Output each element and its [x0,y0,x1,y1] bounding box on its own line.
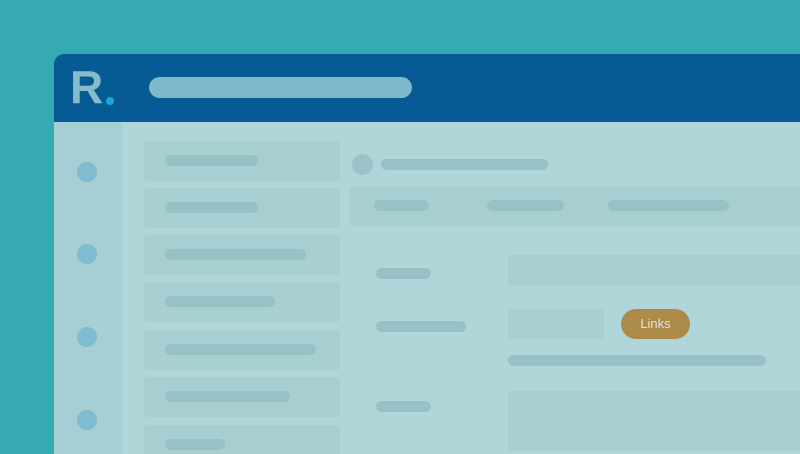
tab-placeholder[interactable] [374,200,429,211]
small-field-placeholder[interactable] [508,309,604,339]
nav-item-label-placeholder [165,249,306,260]
rail-nav-dot[interactable] [77,410,97,430]
tab-placeholder[interactable] [487,200,564,211]
textarea-placeholder[interactable] [508,391,800,451]
field-label-placeholder [376,321,466,332]
rail-nav-dot[interactable] [77,244,97,264]
nav-list-item[interactable] [144,235,340,275]
nav-item-label-placeholder [165,439,225,450]
nav-item-label-placeholder [165,155,258,166]
nav-list-item[interactable] [144,188,340,228]
helper-text-placeholder [508,355,766,366]
field-label-placeholder [376,268,431,279]
links-button[interactable]: Links [621,309,690,339]
tab-bar [350,186,800,226]
nav-item-label-placeholder [165,344,316,355]
app-window: R Links [54,54,800,454]
app-logo[interactable]: R [70,62,118,114]
search-bar-placeholder[interactable] [149,77,412,98]
breadcrumb-avatar [352,154,373,175]
field-label-placeholder [376,401,431,412]
rail-nav-dot[interactable] [77,327,97,347]
nav-item-label-placeholder [165,202,258,213]
nav-item-label-placeholder [165,296,275,307]
rail-nav-dot[interactable] [77,162,97,182]
nav-list-item[interactable] [144,141,340,181]
nav-item-label-placeholder [165,391,290,402]
logo-dot [106,97,114,105]
top-header: R [54,54,800,122]
nav-list-item[interactable] [144,282,340,322]
icon-rail [54,122,122,454]
nav-list-item[interactable] [144,330,340,370]
tab-placeholder[interactable] [608,200,729,211]
nav-list-item[interactable] [144,377,340,417]
text-field-placeholder[interactable] [508,255,800,286]
logo-letter: R [70,61,104,113]
breadcrumb-placeholder [381,159,548,170]
